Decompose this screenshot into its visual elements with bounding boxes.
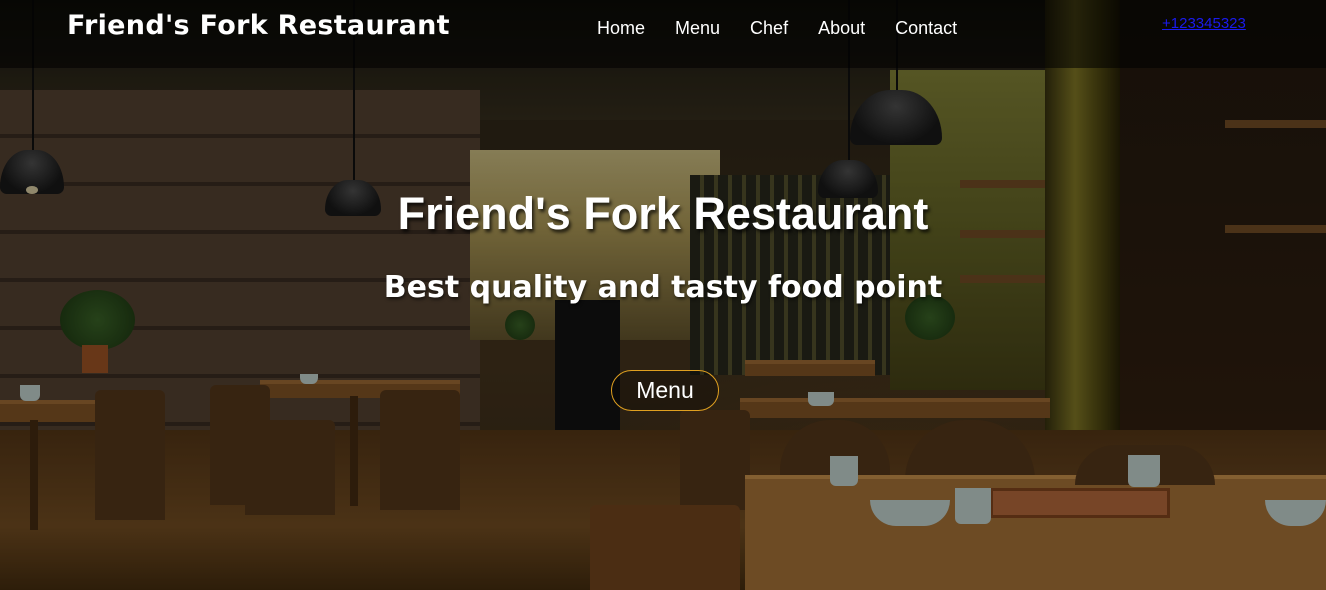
nav-menu-link[interactable]: Menu	[675, 18, 720, 39]
site-header: Friend's Fork Restaurant Home Menu Chef …	[0, 0, 1326, 68]
nav-contact-link[interactable]: Contact	[895, 18, 957, 39]
nav-home-link[interactable]: Home	[597, 18, 645, 39]
brand-logo[interactable]: Friend's Fork Restaurant	[67, 10, 450, 41]
phone-link[interactable]: +123345323	[1162, 15, 1246, 32]
hero-title: Friend's Fork Restaurant	[397, 188, 929, 239]
menu-button[interactable]: Menu	[611, 370, 719, 411]
nav-about-link[interactable]: About	[818, 18, 865, 39]
nav-chef-link[interactable]: Chef	[750, 18, 788, 39]
hero-section: Friend's Fork Restaurant Home Menu Chef …	[0, 0, 1326, 590]
main-nav: Home Menu Chef About Contact	[597, 18, 987, 39]
hero-subtitle: Best quality and tasty food point	[383, 270, 943, 305]
